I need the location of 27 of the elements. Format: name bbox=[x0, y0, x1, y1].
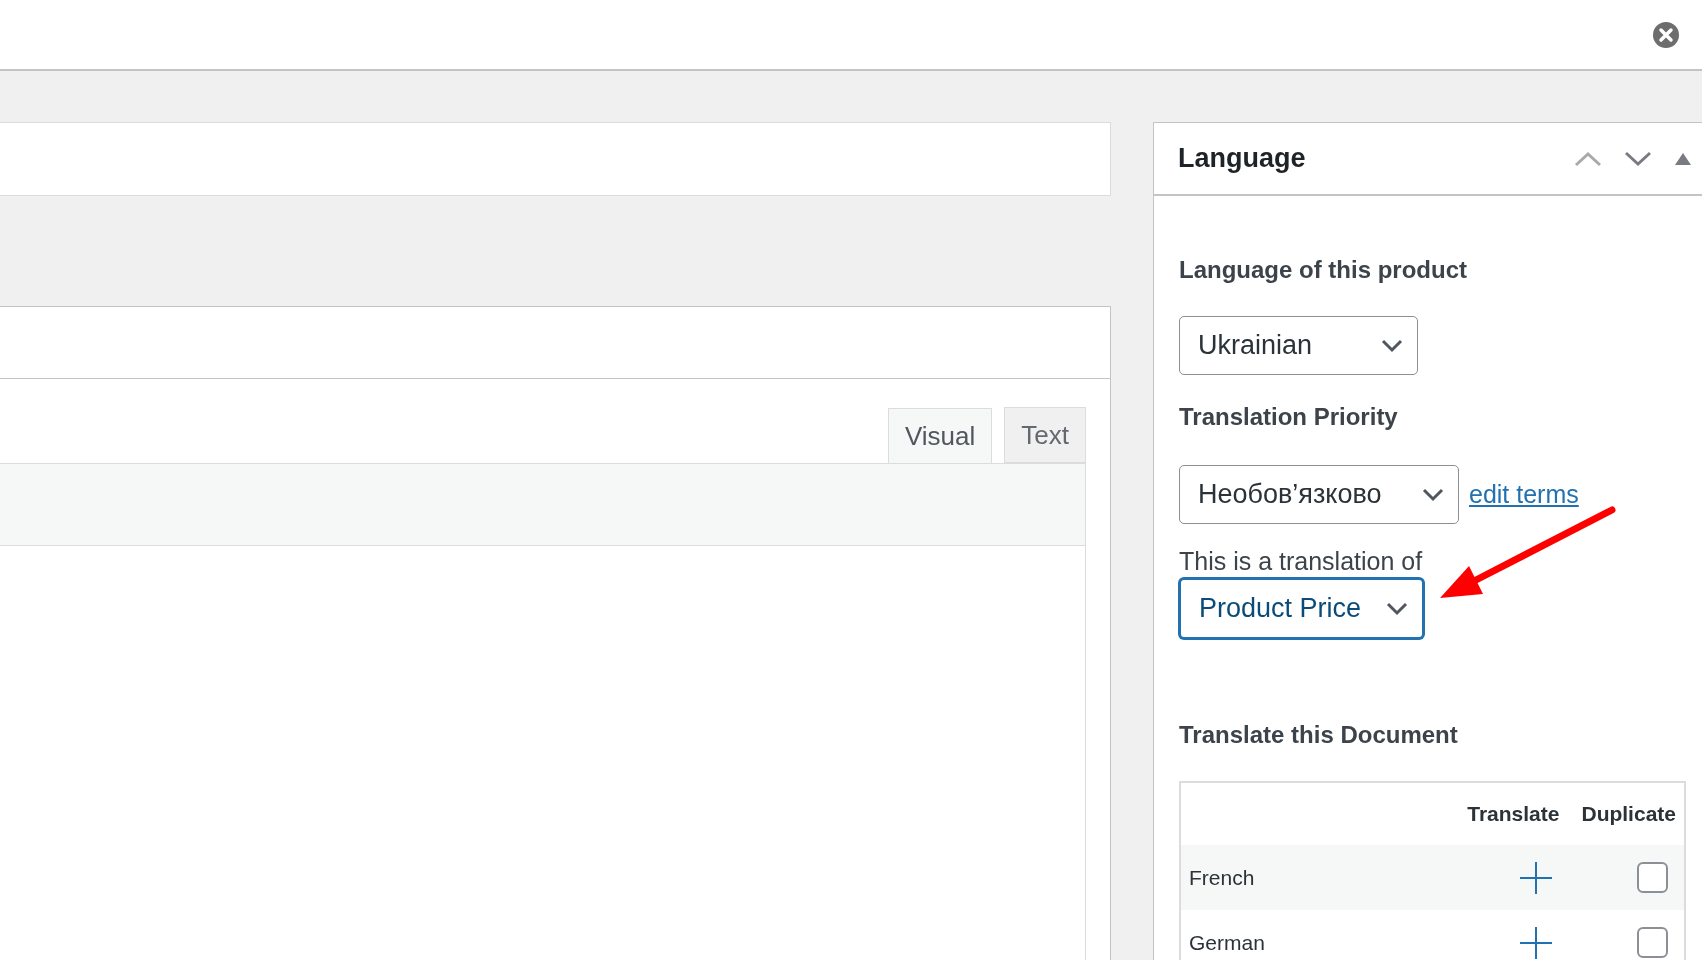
duplicate-checkbox[interactable] bbox=[1637, 862, 1668, 893]
triangle-up-icon[interactable] bbox=[1674, 151, 1692, 166]
column-header: Duplicate bbox=[1581, 801, 1676, 828]
field-label: This is a translation of bbox=[1179, 546, 1423, 576]
dropdown-select[interactable]: Необов’язково bbox=[1179, 465, 1459, 524]
chevron-up-icon[interactable] bbox=[1574, 150, 1602, 167]
plus-icon[interactable] bbox=[1520, 926, 1552, 959]
title-field[interactable] bbox=[0, 122, 1111, 196]
chevron-down-icon bbox=[1422, 487, 1444, 502]
chevron-down-icon bbox=[1386, 601, 1408, 616]
editor-tab[interactable]: Text bbox=[1004, 407, 1086, 463]
dropdown-select[interactable]: Product Price bbox=[1179, 578, 1424, 639]
chevron-down-icon[interactable] bbox=[1624, 150, 1652, 167]
language-name: German bbox=[1189, 929, 1265, 956]
close-icon[interactable] bbox=[1652, 20, 1680, 49]
edit-terms-link[interactable]: edit terms bbox=[1469, 475, 1579, 514]
section-heading: Translate this Document bbox=[1179, 720, 1458, 750]
language-name: French bbox=[1189, 864, 1255, 891]
duplicate-checkbox[interactable] bbox=[1637, 927, 1668, 958]
column-header: Translate bbox=[1467, 801, 1560, 828]
chevron-down-icon bbox=[1381, 338, 1403, 353]
editor-tab[interactable]: Visual bbox=[887, 408, 993, 464]
panel-title: Language bbox=[1178, 142, 1306, 176]
field-label: Translation Priority bbox=[1179, 402, 1398, 432]
dropdown-select[interactable]: Ukrainian bbox=[1179, 316, 1418, 375]
plus-icon[interactable] bbox=[1520, 861, 1552, 894]
field-label: Language of this product bbox=[1179, 255, 1467, 285]
